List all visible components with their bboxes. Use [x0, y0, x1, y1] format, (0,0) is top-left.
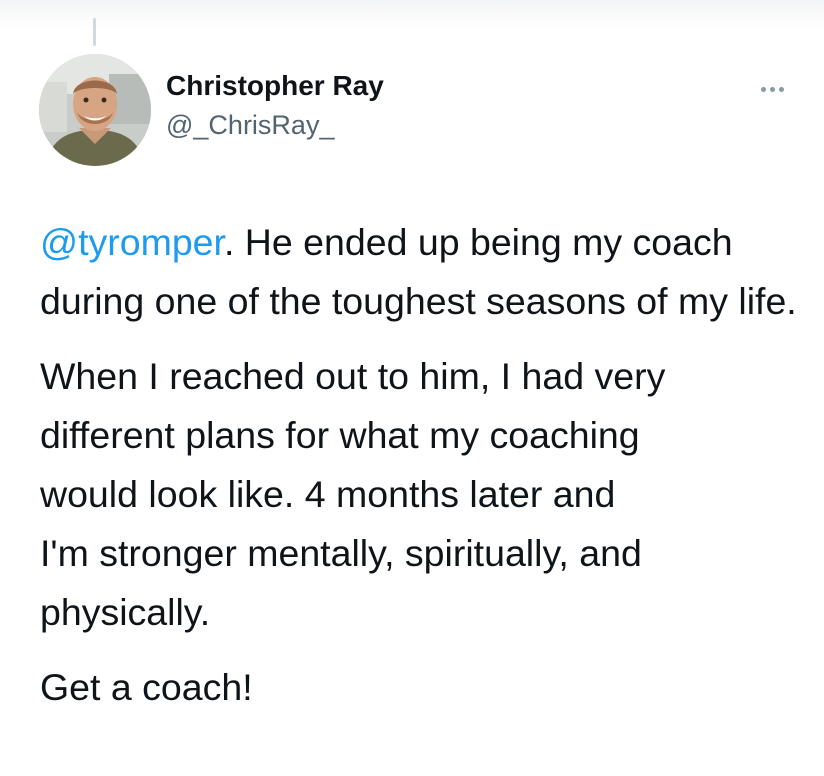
more-horizontal-icon-dot	[778, 86, 784, 92]
author-info[interactable]: Christopher Ray @_ChrisRay_	[166, 68, 384, 142]
display-name[interactable]: Christopher Ray	[166, 68, 384, 104]
paragraph-2-line-5: physically.	[40, 591, 211, 633]
profile-photo-icon	[39, 54, 151, 166]
paragraph-2-line-4: I'm stronger mentally, spiritually, and	[40, 532, 642, 574]
thread-connector-line	[93, 18, 96, 46]
paragraph-2-line-3: would look like. 4 months later and	[40, 473, 616, 515]
user-handle[interactable]: @_ChrisRay_	[166, 108, 384, 142]
paragraph-2-line-2: different plans for what my coaching	[40, 414, 640, 456]
mention-link[interactable]: @tyromper	[40, 221, 224, 263]
more-horizontal-icon-dot	[769, 86, 775, 92]
avatar[interactable]	[39, 54, 151, 166]
tweet-page: Christopher Ray @_ChrisRay_ @tyromper. H…	[0, 0, 824, 776]
more-horizontal-icon	[760, 86, 766, 92]
tweet-paragraph-1: @tyromper. He ended up being my coach du…	[40, 213, 800, 331]
tweet-paragraph-3: Get a coach!	[40, 666, 253, 708]
more-options-button[interactable]	[754, 78, 790, 100]
previous-tweet-edge	[0, 0, 824, 30]
tweet-paragraph-2: When I reached out to him, I had very dif…	[40, 347, 800, 642]
paragraph-2-line-1: When I reached out to him, I had very	[40, 355, 666, 397]
tweet-text: @tyromper. He ended up being my coach du…	[40, 213, 800, 733]
